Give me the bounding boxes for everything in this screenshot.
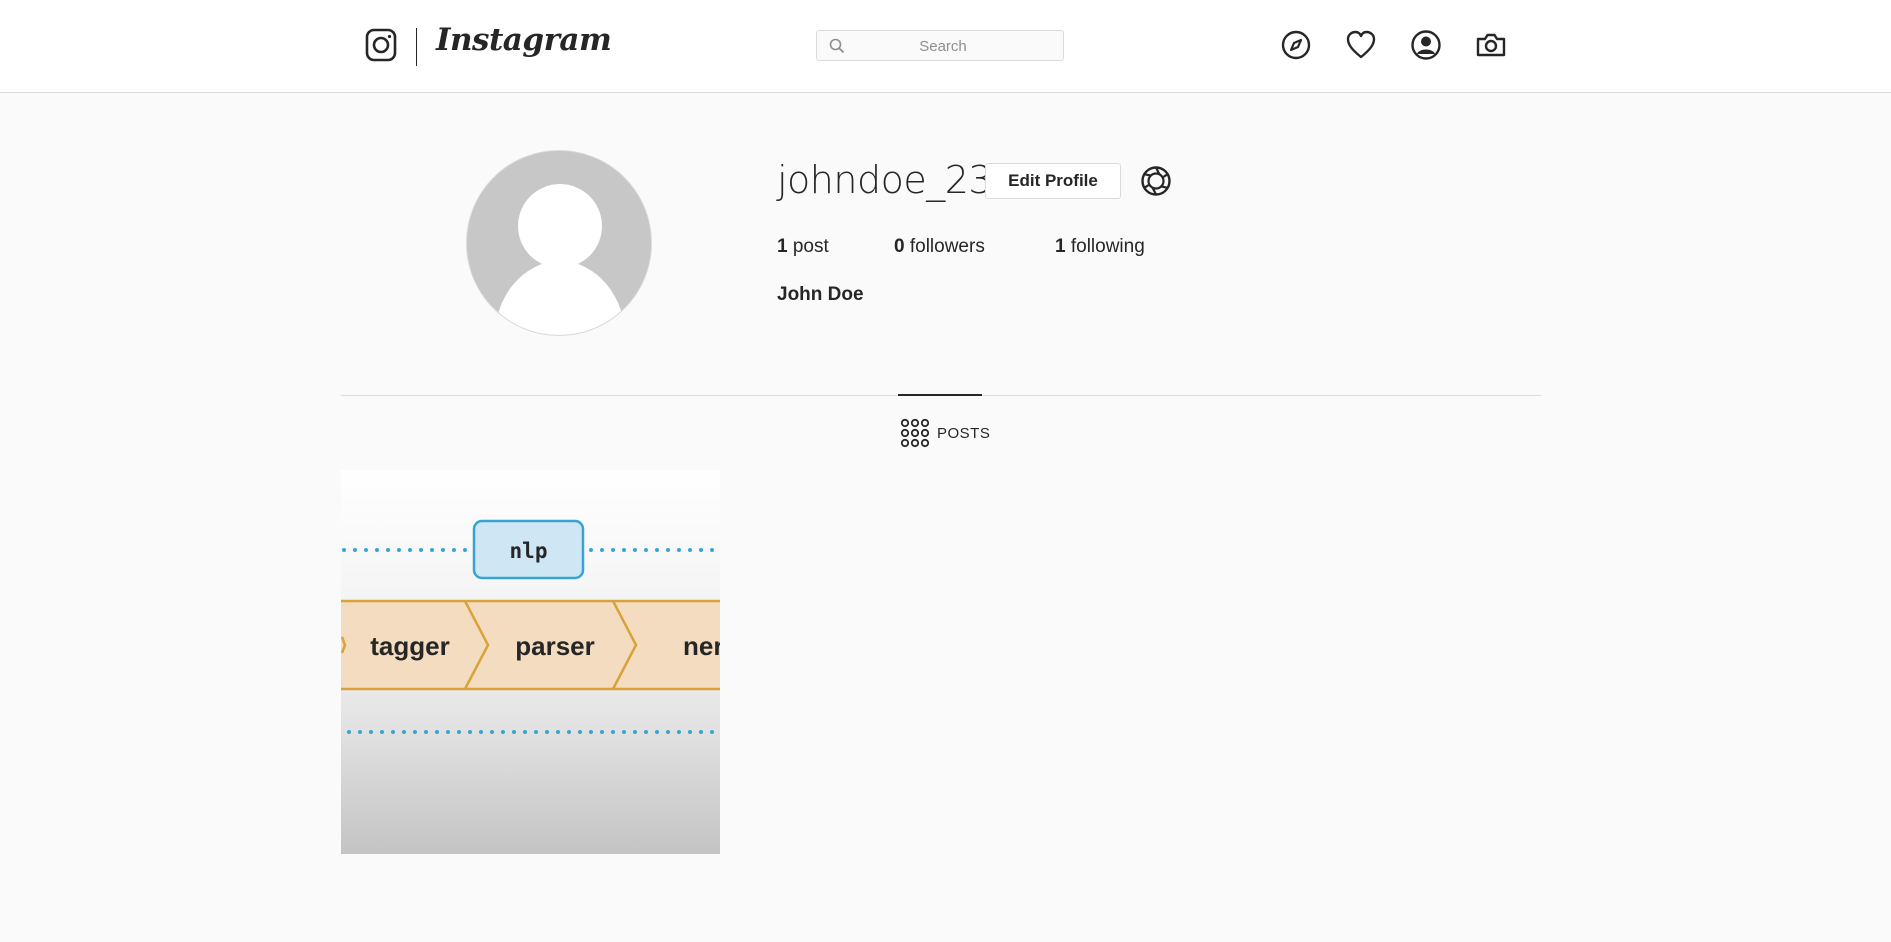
following-count-label: following (1070, 236, 1145, 257)
heart-icon[interactable] (1345, 29, 1377, 61)
logo-divider (416, 28, 417, 66)
camera-icon[interactable] (1475, 29, 1507, 61)
followers-count: 0 (894, 236, 905, 257)
profile-full-name: John Doe (777, 284, 864, 305)
avatar[interactable] (466, 150, 652, 336)
post-thumbnail[interactable]: nlp tagger parser ner (341, 470, 720, 854)
followers-count-label: followers (909, 236, 985, 257)
explore-icon[interactable] (1280, 29, 1312, 61)
search-input[interactable] (851, 31, 1035, 62)
active-tab-indicator (898, 394, 982, 396)
followers-count-stat[interactable]: 0 followers (894, 236, 985, 258)
top-navigation-bar: Instagram (0, 0, 1891, 93)
post-pipeline-tagger: tagger (370, 631, 449, 661)
posts-count-label: post (792, 236, 829, 257)
instagram-wordmark[interactable]: Instagram (436, 22, 612, 58)
posts-count-stat[interactable]: 1 post (777, 236, 829, 258)
instagram-logo-icon[interactable] (365, 28, 397, 62)
tab-posts-label: POSTS (937, 424, 991, 442)
tab-posts[interactable]: POSTS (900, 418, 990, 448)
post-pipeline-ner: ner (683, 631, 720, 661)
search-box[interactable] (816, 30, 1064, 62)
grid-icon (900, 418, 930, 448)
search-icon (829, 38, 845, 54)
edit-profile-button[interactable]: Edit Profile (985, 163, 1121, 199)
settings-icon[interactable] (1140, 165, 1172, 197)
post-pipeline-parser: parser (515, 631, 595, 661)
post-image: nlp tagger parser ner (341, 470, 720, 854)
post-node-label: nlp (510, 539, 548, 563)
posts-count: 1 (777, 236, 788, 257)
following-count-stat[interactable]: 1 following (1055, 236, 1145, 258)
default-avatar-icon (467, 151, 651, 335)
profile-icon[interactable] (1410, 29, 1442, 61)
following-count: 1 (1055, 236, 1066, 257)
profile-username: johndoe_23 (777, 158, 993, 202)
